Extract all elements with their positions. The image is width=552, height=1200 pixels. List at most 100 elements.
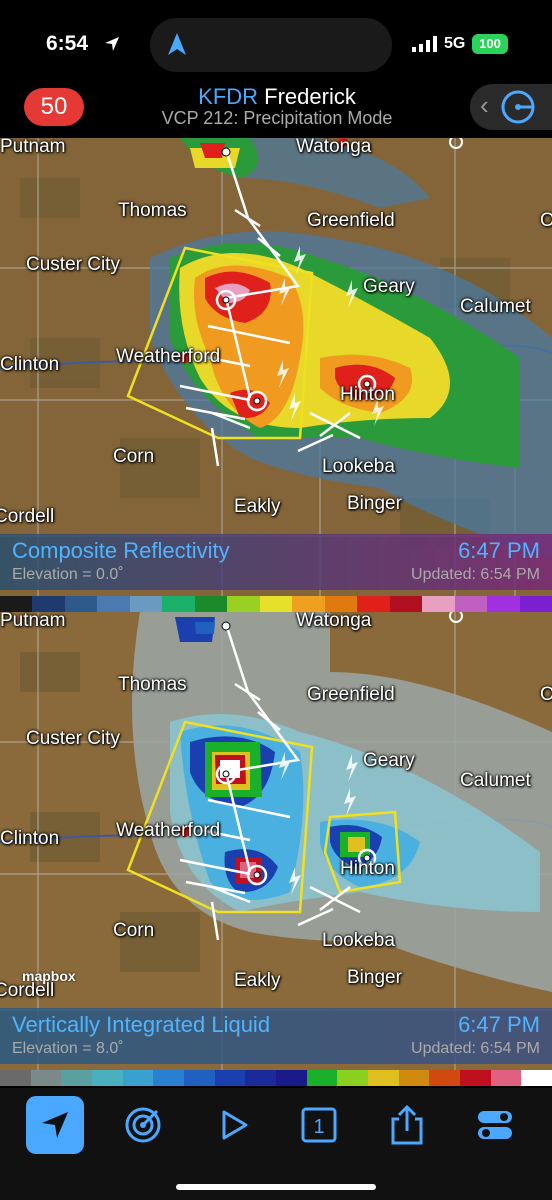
scale-swatch <box>429 1070 461 1086</box>
map-label-binger: Binger <box>347 493 402 514</box>
clock: 6:54 <box>46 32 89 55</box>
scale-swatch <box>519 596 552 612</box>
map-label-weatherford: Weatherford <box>116 820 221 841</box>
scale-swatch <box>64 596 98 612</box>
battery-icon: 100 <box>472 34 508 54</box>
map-label-calumet: Calumet <box>460 296 531 317</box>
map-label-corn: Corn <box>113 920 155 941</box>
map-label-eakly: Eakly <box>234 496 281 517</box>
scale-swatch <box>357 596 390 612</box>
scale-swatch <box>97 596 130 612</box>
scale-swatch <box>245 1070 277 1086</box>
scale-swatch <box>460 1070 491 1086</box>
map-label-geary: Geary <box>363 276 415 297</box>
share-button[interactable] <box>378 1096 436 1154</box>
chevron-left-icon: ‹ <box>480 90 489 120</box>
scale-swatch <box>32 596 65 612</box>
location-services-icon <box>105 37 119 51</box>
map-label-binger: Binger <box>347 967 402 988</box>
scale-swatch <box>92 1070 123 1086</box>
home-indicator[interactable] <box>176 1184 376 1190</box>
alert-count-badge[interactable]: 50 <box>24 88 84 126</box>
scale-swatch <box>61 1070 93 1086</box>
scale-swatch <box>276 1070 307 1086</box>
map-label-clinton: Clinton <box>0 354 60 375</box>
product-name: Vertically Integrated Liquid <box>12 1012 271 1037</box>
scale-swatch <box>490 1070 522 1086</box>
map-label-custer-city: Custer City <box>26 254 120 275</box>
map-label-clinton: Clinton <box>0 828 60 849</box>
scale-swatch <box>306 1070 338 1086</box>
station-title[interactable]: KFDR Frederick <box>140 84 414 110</box>
scale-swatch <box>487 596 520 612</box>
map-label-greenfield: Greenfield <box>307 684 395 705</box>
updated-text: Updated: 6:54 PM <box>411 566 540 583</box>
play-button[interactable] <box>204 1096 262 1154</box>
map-label-watonga: Watonga <box>296 138 372 157</box>
scale-swatch <box>214 1070 246 1086</box>
app-header: 50 KFDR Frederick VCP 212: Precipitation… <box>0 84 552 136</box>
side-panel-toggle[interactable]: ‹ <box>470 84 552 130</box>
play-icon <box>222 1110 248 1140</box>
scale-swatch <box>30 1070 62 1086</box>
scale-swatch <box>259 596 293 612</box>
station-code: KFDR <box>198 84 259 109</box>
scale-swatch <box>389 596 423 612</box>
app-arrow-icon <box>168 33 186 55</box>
scale-swatch <box>368 1070 399 1086</box>
map-label-lookeba: Lookeba <box>322 930 395 951</box>
network-type: 5G <box>444 35 466 52</box>
bottom-toolbar: 1 <box>0 1088 552 1200</box>
vcp-mode: VCP 212: Precipitation Mode <box>161 108 393 128</box>
elevation-text: Elevation = 8.0˚ <box>12 1040 124 1057</box>
scale-swatch <box>0 1070 31 1086</box>
radar-panel-reflectivity[interactable]: Putnam Watonga O Thomas Greenfield Custe… <box>0 138 552 612</box>
map-label-cordell: Cordell <box>0 506 55 527</box>
map-label-hinton: Hinton <box>340 858 395 879</box>
radar-icon <box>125 1107 161 1143</box>
map-label-edge: O <box>540 684 552 705</box>
map-label-putnam: Putnam <box>0 612 66 631</box>
scale-swatch <box>153 1070 185 1086</box>
scale-swatch <box>292 596 325 612</box>
vil-color-scale <box>0 1070 552 1086</box>
scale-swatch <box>184 1070 215 1086</box>
map-label-putnam: Putnam <box>0 138 66 157</box>
map-label-corn: Corn <box>113 446 155 467</box>
scale-swatch <box>162 596 195 612</box>
map-label-greenfield: Greenfield <box>307 210 395 231</box>
product-info-bar[interactable]: Vertically Integrated Liquid 6:47 PM Ele… <box>0 1008 552 1064</box>
status-bar: 6:54 5G 100 <box>0 0 552 84</box>
radar-panel-vil[interactable]: Putnam Watonga O Thomas Greenfield Custe… <box>0 612 552 1086</box>
scale-swatch <box>422 596 455 612</box>
station-name: Frederick <box>264 84 356 109</box>
one-icon: 1 <box>301 1107 337 1143</box>
map-label-custer-city: Custer City <box>26 728 120 749</box>
signal-icon <box>412 36 437 52</box>
map-label-edge: O <box>540 210 552 231</box>
scale-swatch <box>398 1070 430 1086</box>
scale-swatch <box>521 1070 552 1086</box>
mapbox-attribution[interactable]: mapbox <box>22 968 76 984</box>
map-label-lookeba: Lookeba <box>322 456 395 477</box>
reflectivity-color-scale <box>0 596 552 612</box>
product-info-bar[interactable]: Composite Reflectivity 6:47 PM Elevation… <box>0 534 552 590</box>
scan-time: 6:47 PM <box>458 538 540 563</box>
map-label-calumet: Calumet <box>460 770 531 791</box>
map-label-thomas: Thomas <box>118 200 187 221</box>
map-label-eakly: Eakly <box>234 970 281 991</box>
map-label-thomas: Thomas <box>118 674 187 695</box>
single-pane-button[interactable]: 1 <box>290 1096 348 1154</box>
elevation-text: Elevation = 0.0˚ <box>12 566 124 583</box>
updated-text: Updated: 6:54 PM <box>411 1040 540 1057</box>
settings-button[interactable] <box>466 1096 524 1154</box>
product-name: Composite Reflectivity <box>12 538 230 563</box>
scale-swatch <box>337 1070 369 1086</box>
radar-select-button[interactable] <box>114 1096 172 1154</box>
scale-swatch <box>454 596 488 612</box>
settings-icon <box>478 1111 512 1139</box>
scale-swatch <box>129 596 163 612</box>
svg-text:1: 1 <box>313 1116 324 1138</box>
map-label-geary: Geary <box>363 750 415 771</box>
location-button[interactable] <box>26 1096 84 1154</box>
